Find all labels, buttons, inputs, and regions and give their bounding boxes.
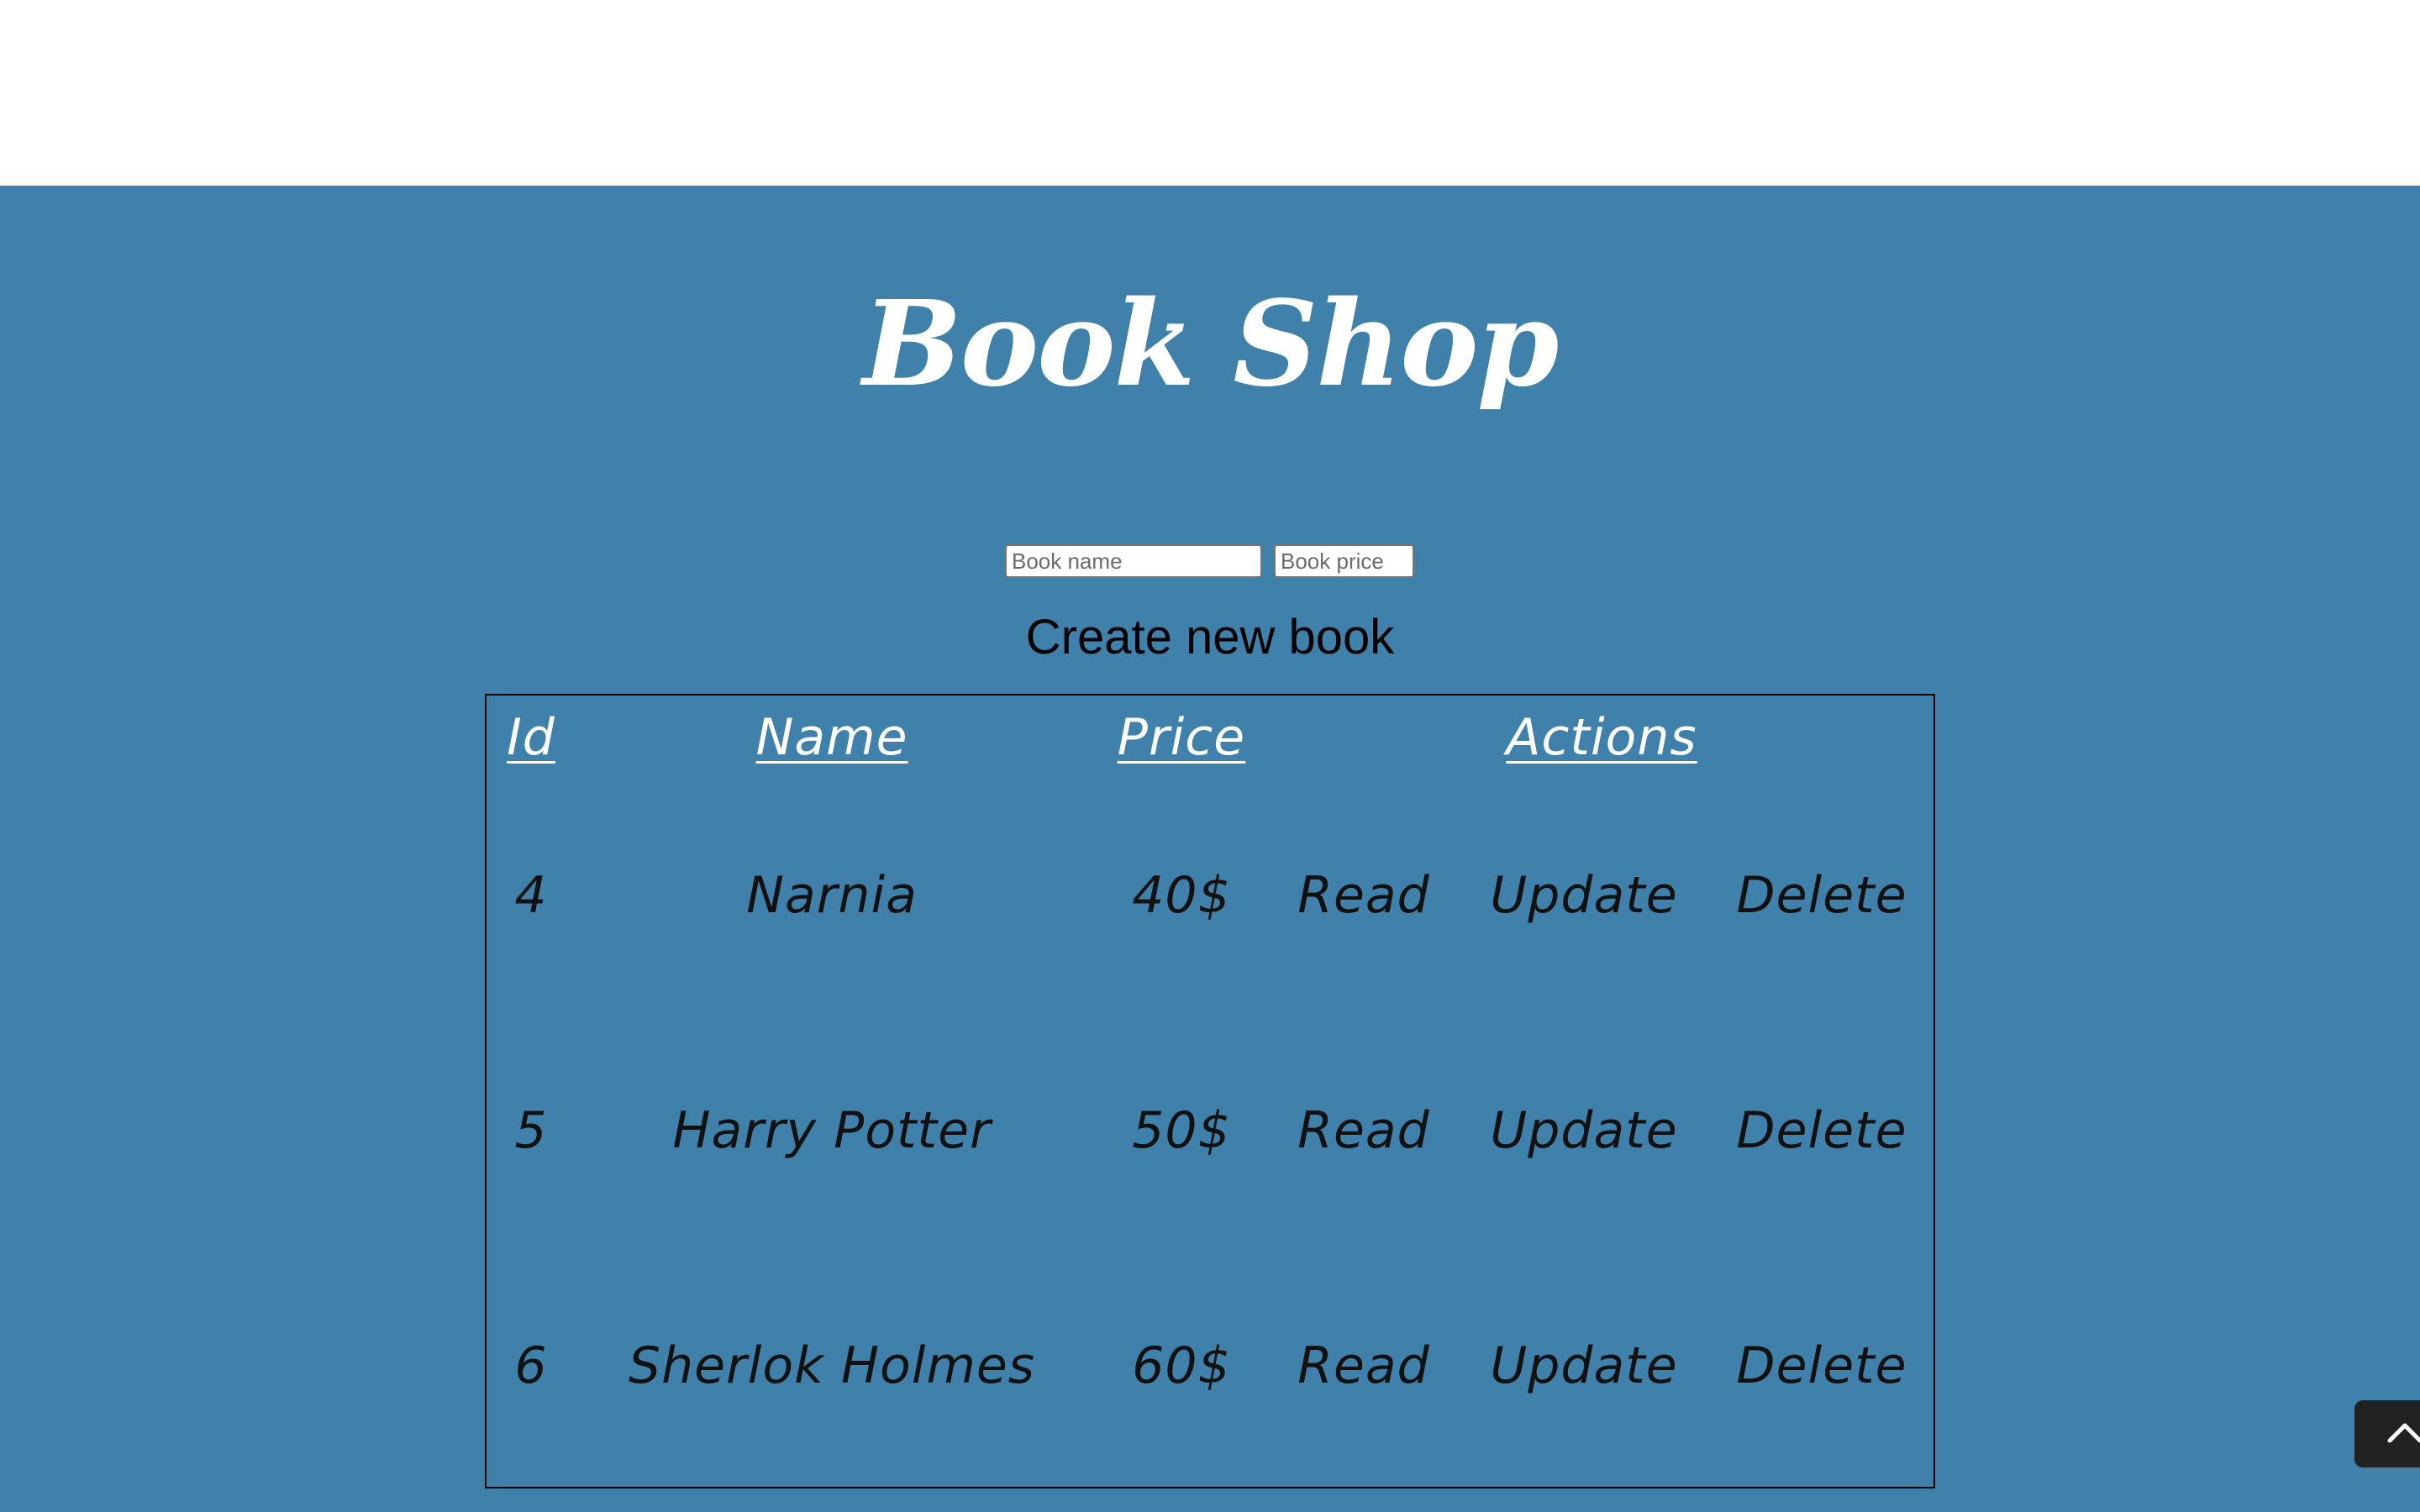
update-link[interactable]: Update bbox=[1490, 1097, 1677, 1164]
table-row-price: 50$ bbox=[1132, 1101, 1231, 1160]
update-link[interactable]: Update bbox=[1490, 1332, 1677, 1399]
page: Book Shop Create new book Id Name Price … bbox=[0, 0, 2420, 1512]
create-book-button[interactable]: Create new book bbox=[0, 603, 2420, 672]
read-link[interactable]: Read bbox=[1297, 1097, 1429, 1164]
delete-link[interactable]: Delete bbox=[1736, 1097, 1907, 1164]
chevron-up-icon bbox=[2387, 1423, 2420, 1443]
column-header-actions: Actions bbox=[1506, 708, 1697, 767]
column-header-name: Name bbox=[755, 708, 908, 767]
table-row-name: Harry Potter bbox=[672, 1101, 992, 1160]
read-link[interactable]: Read bbox=[1297, 862, 1429, 929]
update-link[interactable]: Update bbox=[1490, 862, 1677, 929]
book-name-input[interactable] bbox=[1005, 544, 1262, 578]
page-title: Book Shop bbox=[862, 276, 1560, 413]
table-row-price: 40$ bbox=[1132, 866, 1231, 925]
delete-link[interactable]: Delete bbox=[1736, 862, 1907, 929]
table-row-name: Sherlok Holmes bbox=[628, 1336, 1036, 1395]
table-row-price: 60$ bbox=[1132, 1336, 1231, 1395]
book-price-input[interactable] bbox=[1274, 544, 1414, 578]
table-row-name: Narnia bbox=[746, 866, 918, 925]
read-link[interactable]: Read bbox=[1297, 1332, 1429, 1399]
column-header-id: Id bbox=[507, 708, 555, 767]
table-row-id: 6 bbox=[514, 1336, 548, 1395]
scroll-to-top-button[interactable] bbox=[2354, 1400, 2420, 1467]
column-header-price: Price bbox=[1117, 708, 1246, 767]
table-row-id: 4 bbox=[514, 866, 548, 925]
table-row-id: 5 bbox=[514, 1101, 548, 1160]
delete-link[interactable]: Delete bbox=[1736, 1332, 1907, 1399]
top-blank-area bbox=[0, 0, 2420, 186]
